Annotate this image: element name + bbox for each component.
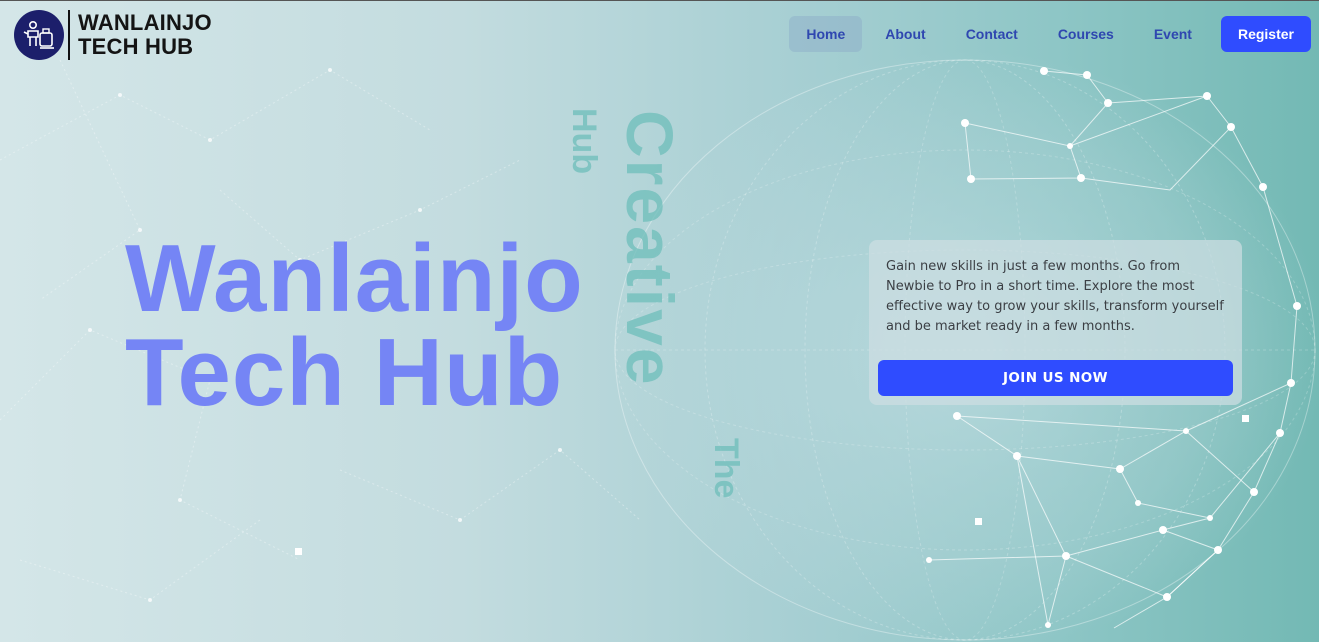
vertical-text-the: The [707,438,745,499]
logo[interactable]: WANLAINJO TECH HUB [14,9,212,61]
register-button[interactable]: Register [1220,16,1311,52]
logo-divider [68,10,70,60]
nav-event[interactable]: Event [1137,16,1209,52]
logo-line-1: WANLAINJO [78,10,212,35]
logo-text: WANLAINJO TECH HUB [78,11,212,59]
main-nav: Home About Contact Courses Event Registe… [783,16,1311,52]
nav-about[interactable]: About [868,16,942,52]
vertical-text-creative: Creative [613,110,687,387]
join-us-button[interactable]: JOIN US NOW [878,360,1233,396]
hero-description: Gain new skills in just a few months. Go… [886,259,1224,334]
nav-courses[interactable]: Courses [1041,16,1131,52]
hero-title: Wanlainjo Tech Hub [125,225,584,426]
hero-title-line-1: Wanlainjo [125,225,584,332]
hero-info-card: Gain new skills in just a few months. Go… [869,240,1242,405]
logo-line-2: TECH HUB [78,34,194,59]
nav-home[interactable]: Home [789,16,863,52]
hero-title-line-2: Tech Hub [125,319,564,426]
nav-contact[interactable]: Contact [949,16,1035,52]
logo-badge-icon [14,10,64,60]
vertical-text-hub: Hub [565,108,603,175]
site-header: WANLAINJO TECH HUB Home About Contact Co… [0,0,1319,66]
